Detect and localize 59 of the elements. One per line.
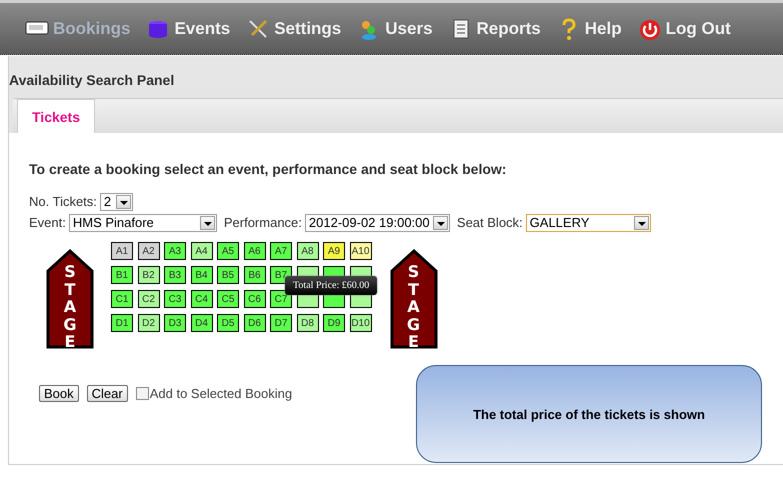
button[interactable]: Clear	[86, 385, 128, 402]
price-tooltip: Total Price: £60.00	[285, 276, 378, 295]
field-label: Event:	[29, 215, 66, 230]
seat[interactable]: D5	[217, 314, 239, 332]
field-label: Performance:	[224, 215, 302, 230]
nav-link[interactable]: Events	[146, 18, 230, 40]
seat[interactable]: A1	[111, 242, 133, 260]
seat[interactable]: A8	[296, 242, 318, 260]
seat[interactable]: D7	[270, 314, 292, 332]
seat[interactable]: A7	[270, 242, 292, 260]
seat[interactable]: C2	[138, 290, 160, 308]
seat[interactable]: A6	[244, 242, 266, 260]
seat[interactable]: A4	[190, 242, 212, 260]
seat[interactable]: C3	[164, 290, 186, 308]
instructions: To create a booking select an event, performance and seat block below:	[29, 161, 508, 177]
seat[interactable]: B5	[217, 266, 239, 284]
seat[interactable]: C1	[111, 290, 133, 308]
checkbox-label: Add to Selected Booking	[150, 386, 292, 401]
seat[interactable]: D3	[164, 314, 186, 332]
seat[interactable]: D8	[296, 314, 318, 332]
tickets-dropdown[interactable]: 2	[100, 192, 133, 210]
seat[interactable]: D9	[323, 314, 345, 332]
seat[interactable]: B4	[190, 266, 212, 284]
seat[interactable]: D1	[111, 314, 133, 332]
nav-link[interactable]: Log Out	[638, 18, 731, 40]
seat[interactable]: C4	[190, 290, 212, 308]
performance-dropdown[interactable]: 2012-09-02 19:00:00	[304, 214, 450, 232]
seat[interactable]: D10	[350, 314, 372, 332]
stage-sign: STAGE	[390, 249, 438, 349]
panel-title: Availability Search Panel	[9, 71, 176, 90]
seat[interactable]: A10	[350, 242, 372, 260]
seat[interactable]: C5	[217, 290, 239, 308]
field-label: Seat Block:	[456, 215, 523, 230]
button[interactable]: Book	[39, 385, 79, 402]
seat[interactable]: B2	[138, 266, 160, 284]
power-icon	[638, 18, 662, 40]
seat[interactable]: C6	[244, 290, 266, 308]
tab[interactable]: Tickets	[17, 99, 95, 133]
seat[interactable]: C7	[270, 290, 292, 308]
seat[interactable]: D2	[138, 314, 160, 332]
event-dropdown[interactable]: HMS Pinafore	[68, 214, 217, 232]
seat[interactable]: B1	[111, 266, 133, 284]
seat[interactable]: A2	[138, 242, 160, 260]
nav-link[interactable]: Users	[357, 18, 433, 40]
seat[interactable]: A3	[164, 242, 186, 260]
seat[interactable]: B3	[164, 266, 186, 284]
field-label: No. Tickets:	[29, 194, 97, 209]
nav-link[interactable]: Reports	[448, 18, 541, 40]
seat[interactable]: D4	[190, 314, 212, 332]
seat[interactable]: A9	[323, 242, 345, 260]
seat[interactable]: D6	[244, 314, 266, 332]
nav-link[interactable]: Help	[556, 18, 622, 40]
seat[interactable]: B6	[244, 266, 266, 284]
nav-link[interactable]: Settings	[246, 18, 342, 40]
seat[interactable]: A5	[217, 242, 239, 260]
stage-sign: STAGE	[46, 249, 94, 349]
seat-block-dropdown[interactable]: GALLERY	[526, 214, 651, 232]
checkbox[interactable]	[136, 387, 149, 400]
callout-text: The total price of the tickets is shown	[473, 406, 705, 422]
